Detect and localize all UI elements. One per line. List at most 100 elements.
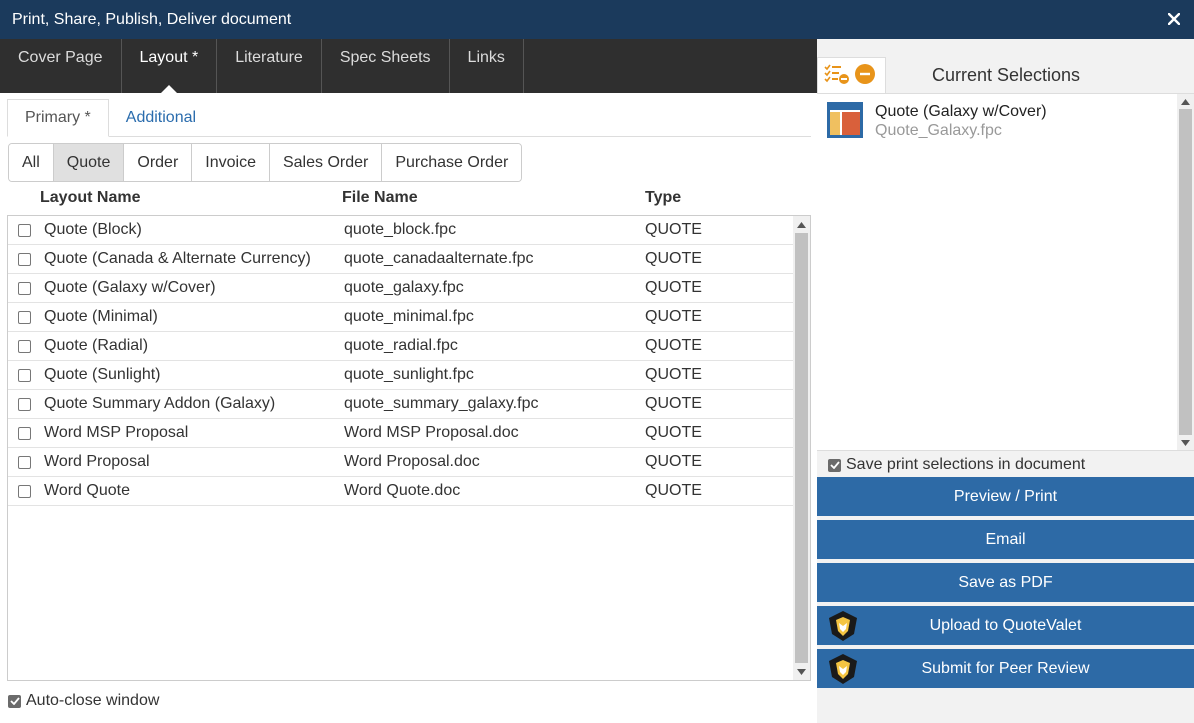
save-selections-checkbox[interactable] [828, 458, 841, 472]
remove-circle-icon[interactable] [854, 63, 876, 90]
upload-to-quotevalet-button[interactable]: Upload to QuoteValet [817, 606, 1194, 645]
row-file-name: Word Quote.doc [344, 482, 461, 499]
scrollbar-thumb[interactable] [795, 233, 808, 663]
tab-spec-sheets[interactable]: Spec Sheets [322, 39, 450, 93]
table-row[interactable]: Quote Summary Addon (Galaxy) quote_summa… [8, 390, 794, 419]
row-checkbox[interactable] [18, 398, 31, 411]
row-file-name: quote_canadaalternate.fpc [344, 250, 534, 267]
scroll-down-arrow-icon[interactable] [1177, 435, 1194, 450]
row-layout-name: Quote (Galaxy w/Cover) [44, 279, 216, 296]
subtab-additional[interactable]: Additional [109, 99, 213, 137]
table-row[interactable]: Word MSP Proposal Word MSP Proposal.doc … [8, 419, 794, 448]
filter-purchase-order-button[interactable]: Purchase Order [382, 144, 522, 181]
quotevalet-logo-icon [827, 653, 859, 690]
auto-close-label: Auto-close window [26, 692, 160, 709]
window-titlebar: Print, Share, Publish, Deliver document [0, 0, 1194, 39]
row-file-name: quote_block.fpc [344, 221, 457, 238]
row-type: QUOTE [645, 308, 702, 325]
row-type: QUOTE [645, 221, 702, 238]
row-file-name: Word Proposal.doc [344, 453, 480, 470]
save-selections-option[interactable]: Save print selections in document [828, 456, 1085, 474]
layout-thumbnail-icon [827, 102, 863, 143]
row-checkbox[interactable] [18, 369, 31, 382]
row-file-name: quote_galaxy.fpc [344, 279, 464, 296]
row-file-name: quote_summary_galaxy.fpc [344, 395, 539, 412]
save-selections-label: Save print selections in document [846, 456, 1086, 473]
save-as-pdf-button[interactable]: Save as PDF [817, 563, 1194, 602]
row-checkbox[interactable] [18, 427, 31, 440]
selection-name: Quote (Galaxy w/Cover) [875, 103, 1047, 120]
list-item[interactable]: Quote (Galaxy w/Cover) Quote_Galaxy.fpc [827, 102, 1047, 143]
table-row[interactable]: Quote (Minimal) quote_minimal.fpc QUOTE [8, 303, 794, 332]
scroll-up-arrow-icon[interactable] [793, 216, 810, 233]
row-checkbox[interactable] [18, 311, 31, 324]
row-type: QUOTE [645, 279, 702, 296]
row-layout-name: Quote Summary Addon (Galaxy) [44, 395, 276, 412]
tab-links[interactable]: Links [450, 39, 524, 93]
table-row[interactable]: Word Proposal Word Proposal.doc QUOTE [8, 448, 794, 477]
table-row[interactable]: Quote (Sunlight) quote_sunlight.fpc QUOT… [8, 361, 794, 390]
row-type: QUOTE [645, 453, 702, 470]
preview-print-button[interactable]: Preview / Print [817, 477, 1194, 516]
filter-order-button[interactable]: Order [124, 144, 193, 181]
row-checkbox[interactable] [18, 340, 31, 353]
quotevalet-logo-icon [827, 610, 859, 647]
selection-file: Quote_Galaxy.fpc [875, 122, 1002, 139]
tab-layout[interactable]: Layout * [122, 39, 218, 93]
main-tab-bar: Cover Page Layout * Literature Spec Shee… [0, 39, 817, 93]
type-filter-group: All Quote Order Invoice Sales Order Purc… [8, 143, 523, 182]
column-header-layout-name[interactable]: Layout Name [40, 189, 140, 207]
submit-peer-review-button[interactable]: Submit for Peer Review [817, 649, 1194, 688]
selection-scrollbar[interactable] [1177, 94, 1194, 450]
row-checkbox[interactable] [18, 456, 31, 469]
row-layout-name: Quote (Canada & Alternate Currency) [44, 250, 311, 267]
table-scrollbar[interactable] [793, 216, 810, 680]
row-type: QUOTE [645, 482, 702, 499]
filter-quote-button[interactable]: Quote [53, 144, 125, 181]
row-file-name: Word MSP Proposal.doc [344, 424, 519, 441]
row-layout-name: Quote (Block) [44, 221, 142, 238]
filter-sales-order-button[interactable]: Sales Order [269, 144, 383, 181]
row-checkbox[interactable] [18, 282, 31, 295]
auto-close-option[interactable]: Auto-close window [8, 692, 159, 710]
table-row[interactable]: Quote (Radial) quote_radial.fpc QUOTE [8, 332, 794, 361]
table-row[interactable]: Word Quote Word Quote.doc QUOTE [8, 477, 794, 506]
row-layout-name: Quote (Minimal) [44, 308, 158, 325]
row-layout-name: Quote (Sunlight) [44, 366, 161, 383]
scrollbar-thumb[interactable] [1179, 109, 1192, 435]
row-file-name: quote_minimal.fpc [344, 308, 474, 325]
filter-all-button[interactable]: All [9, 144, 54, 181]
subtab-primary[interactable]: Primary * [7, 99, 109, 137]
row-layout-name: Quote (Radial) [44, 337, 149, 354]
selection-tools [817, 57, 886, 94]
auto-close-checkbox[interactable] [8, 694, 21, 708]
column-header-file-name[interactable]: File Name [342, 189, 418, 207]
table-row[interactable]: Quote (Galaxy w/Cover) quote_galaxy.fpc … [8, 274, 794, 303]
table-row[interactable]: Quote (Block) quote_block.fpc QUOTE [8, 216, 794, 245]
row-type: QUOTE [645, 395, 702, 412]
row-checkbox[interactable] [18, 485, 31, 498]
scroll-down-arrow-icon[interactable] [793, 663, 810, 680]
row-file-name: quote_radial.fpc [344, 337, 458, 354]
table-row[interactable]: Quote (Canada & Alternate Currency) quot… [8, 245, 794, 274]
tab-literature[interactable]: Literature [217, 39, 322, 93]
checklist-icon[interactable] [824, 63, 850, 90]
row-file-name: quote_sunlight.fpc [344, 366, 474, 383]
scroll-up-arrow-icon[interactable] [1177, 94, 1194, 109]
row-layout-name: Word Proposal [44, 453, 150, 470]
selection-list: Quote (Galaxy w/Cover) Quote_Galaxy.fpc [817, 93, 1194, 451]
sub-tab-bar: Primary * Additional [7, 99, 811, 137]
close-icon[interactable] [1164, 9, 1184, 29]
row-type: QUOTE [645, 250, 702, 267]
layout-table: Quote (Block) quote_block.fpc QUOTE Quot… [7, 215, 811, 681]
row-checkbox[interactable] [18, 253, 31, 266]
tab-cover-page[interactable]: Cover Page [0, 39, 122, 93]
filter-invoice-button[interactable]: Invoice [192, 144, 270, 181]
row-type: QUOTE [645, 424, 702, 441]
email-button[interactable]: Email [817, 520, 1194, 559]
window-title: Print, Share, Publish, Deliver document [12, 10, 292, 28]
column-header-type[interactable]: Type [645, 189, 681, 207]
row-layout-name: Word MSP Proposal [44, 424, 189, 441]
row-layout-name: Word Quote [44, 482, 130, 499]
row-checkbox[interactable] [18, 224, 31, 237]
